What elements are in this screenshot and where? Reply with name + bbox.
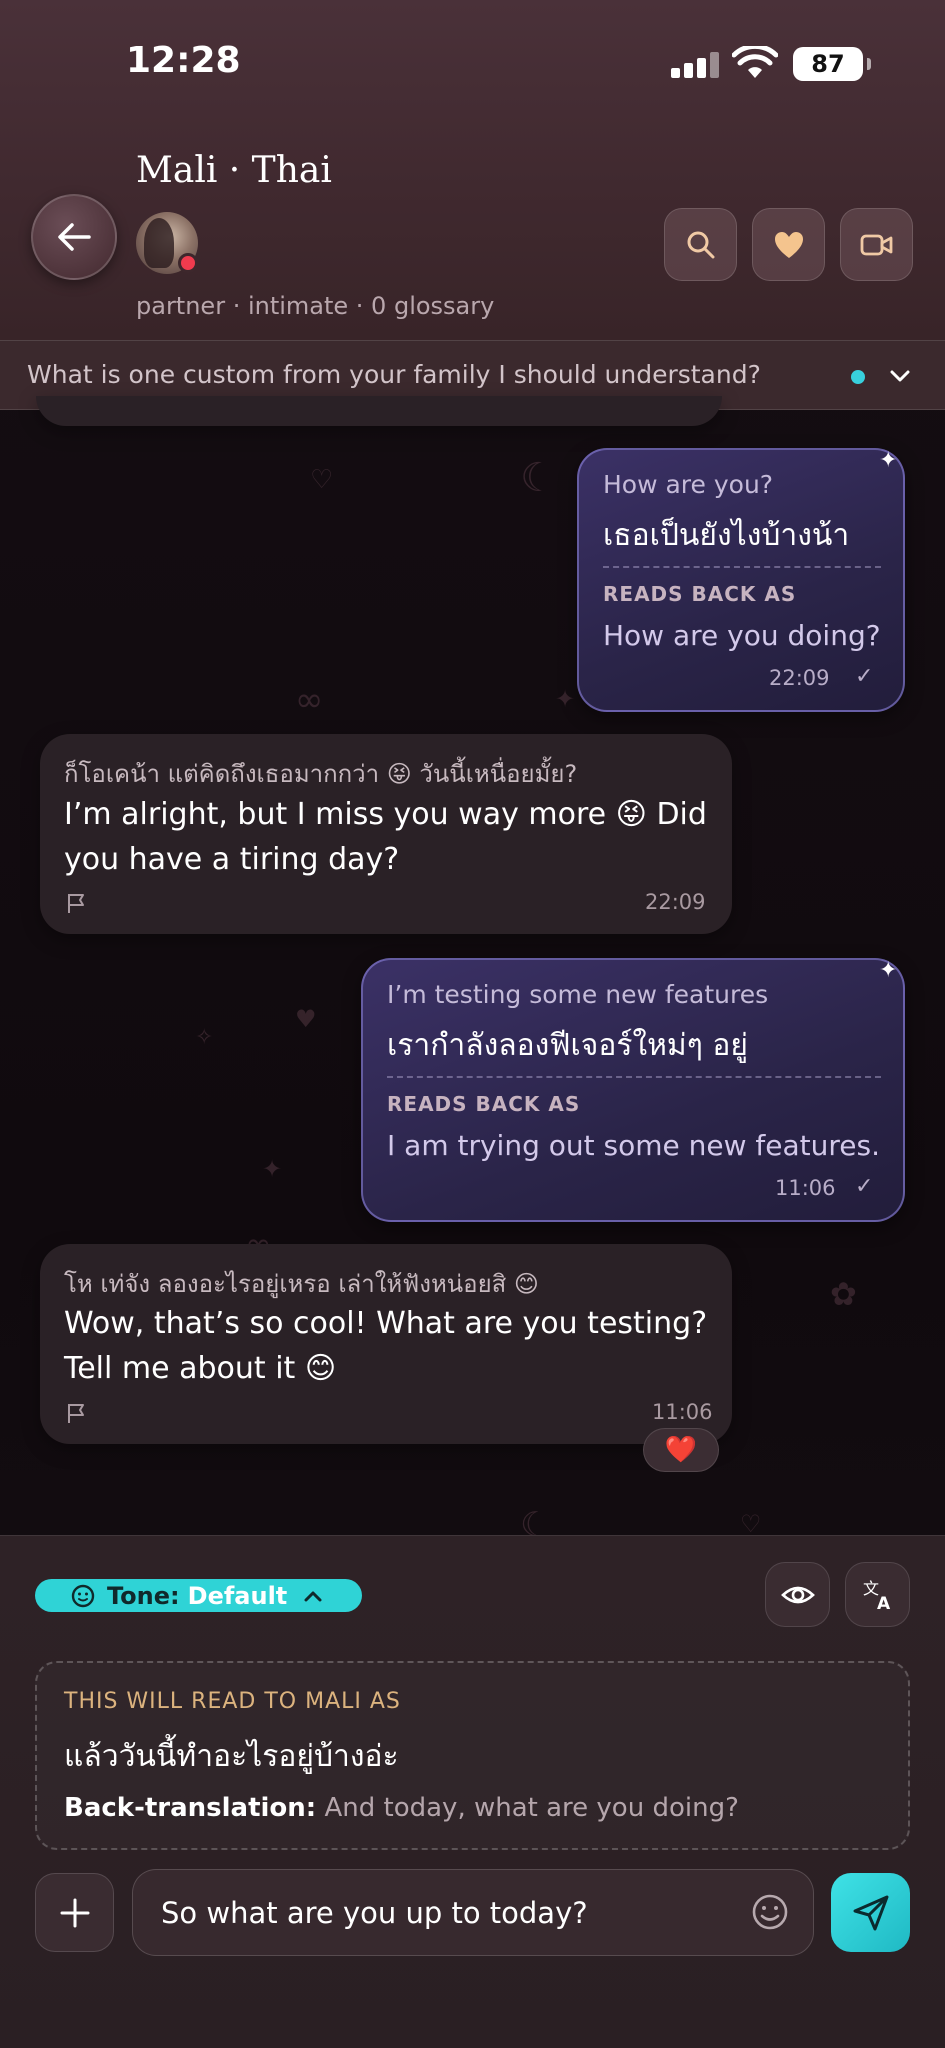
message-time: 22:09 bbox=[645, 890, 706, 914]
contact-name[interactable]: Mali · Thai bbox=[136, 150, 332, 191]
flag-icon[interactable] bbox=[66, 892, 88, 914]
chevron-down-icon[interactable] bbox=[886, 362, 914, 390]
back-translation-label: Back-translation: bbox=[64, 1793, 317, 1823]
back-arrow-icon bbox=[58, 223, 91, 251]
tone-selector[interactable]: Tone: Default bbox=[35, 1579, 362, 1612]
battery-indicator: 87 bbox=[793, 47, 871, 81]
flower-doodle-icon: ✿ bbox=[830, 1275, 857, 1313]
conversation-prompt: What is one custom from your family I sh… bbox=[27, 360, 761, 389]
sparkle-icon: ✦ bbox=[879, 448, 898, 473]
cellular-signal-icon bbox=[671, 52, 719, 78]
flag-icon[interactable] bbox=[66, 1402, 88, 1424]
star-doodle-icon: ✦ bbox=[555, 685, 576, 713]
chat-header: 12:28 87 Mali · Thai partner · intimate … bbox=[0, 0, 945, 340]
chevron-up-icon bbox=[304, 1591, 322, 1601]
translate-icon: 文 A bbox=[863, 1579, 891, 1612]
presence-dot bbox=[178, 253, 198, 273]
video-icon bbox=[860, 234, 892, 255]
message-time: 11:06 bbox=[775, 1176, 836, 1200]
preview-back-translation: Back-translation: And today, what are yo… bbox=[64, 1793, 739, 1823]
previous-message-edge bbox=[36, 396, 722, 426]
chat-screen: ☾ ♡ ∞ ✦ ✦ ♥ ✧ ✦ ♡ ✿ ∞ ☾ ♡ 12:28 87 Mali … bbox=[0, 0, 945, 2048]
preview-label: THIS WILL READ TO MALI AS bbox=[64, 1689, 401, 1714]
message-translation-line-1: Wow, that’s so cool! What are you testin… bbox=[64, 1306, 708, 1341]
message-input[interactable] bbox=[132, 1869, 814, 1956]
infinity-doodle-icon: ∞ bbox=[295, 680, 324, 720]
search-button[interactable] bbox=[664, 208, 737, 281]
plus-icon bbox=[60, 1898, 89, 1927]
heart-doodle-icon: ♥ bbox=[295, 1005, 317, 1033]
preview-translation: แล้ววันนี้ทำอะไรอยู่บ้างอ่ะ bbox=[64, 1739, 399, 1774]
heart-doodle-icon: ♡ bbox=[310, 465, 334, 495]
heart-doodle-icon: ♡ bbox=[740, 1510, 762, 1538]
send-button[interactable] bbox=[831, 1873, 910, 1952]
message-translation-line-1: I’m alright, but I miss you way more 😝 D… bbox=[64, 797, 707, 832]
tone-face-icon bbox=[71, 1584, 95, 1607]
sparkle-icon: ✦ bbox=[879, 958, 898, 983]
back-translation-text: I am trying out some new features. bbox=[387, 1129, 880, 1162]
message-translation-line-2: you have a tiring day? bbox=[64, 842, 400, 877]
star-doodle-icon: ✧ bbox=[195, 1025, 214, 1050]
relationship-meta: partner · intimate · 0 glossary bbox=[136, 292, 495, 320]
tone-value: Default bbox=[187, 1581, 288, 1610]
back-button[interactable] bbox=[31, 194, 117, 280]
message-original-text: I’m testing some new features bbox=[387, 980, 769, 1009]
message-translation-line-2: Tell me about it 😊 bbox=[64, 1351, 337, 1386]
reads-back-label: READS BACK AS bbox=[387, 1092, 581, 1116]
message-translation: เรากำลังลองฟีเจอร์ใหม่ๆ อยู่ bbox=[387, 1028, 748, 1063]
preview-toggle-button[interactable] bbox=[765, 1562, 830, 1627]
message-original-text: โห เท่จัง ลองอะไรอยู่เหรอ เล่าให้ฟังหน่อ… bbox=[64, 1270, 539, 1298]
emoji-icon[interactable] bbox=[750, 1892, 790, 1932]
attach-button[interactable] bbox=[35, 1873, 114, 1952]
star-doodle-icon: ✦ bbox=[262, 1155, 283, 1183]
divider bbox=[387, 1076, 881, 1078]
reads-back-label: READS BACK AS bbox=[603, 582, 797, 606]
reaction-badge[interactable]: ❤️ bbox=[643, 1428, 719, 1472]
translate-button[interactable]: 文 A bbox=[845, 1562, 910, 1627]
message-time: 22:09 bbox=[769, 666, 830, 690]
search-icon bbox=[687, 231, 714, 258]
message-original-text: ก็โอเคน้า แต่คิดถึงเธอมากกว่า 😝 วันนี้เห… bbox=[64, 760, 578, 788]
eye-icon bbox=[780, 1586, 815, 1603]
message-time: 11:06 bbox=[652, 1400, 713, 1424]
video-call-button[interactable] bbox=[840, 208, 913, 281]
message-translation: เธอเป็นยังไงบ้างน้า bbox=[603, 518, 850, 553]
send-icon bbox=[853, 1895, 888, 1930]
status-time: 12:28 bbox=[126, 40, 241, 81]
moon-doodle-icon: ☾ bbox=[520, 455, 556, 501]
back-translation-value: And today, what are you doing? bbox=[324, 1793, 739, 1823]
tone-label: Tone: bbox=[107, 1581, 180, 1610]
wifi-icon bbox=[732, 46, 778, 78]
heart-reaction-icon: ❤️ bbox=[664, 1435, 698, 1465]
favorite-button[interactable] bbox=[752, 208, 825, 281]
message-original-text: How are you? bbox=[603, 470, 774, 499]
svg-text:A: A bbox=[877, 1594, 891, 1612]
back-translation-text: How are you doing? bbox=[603, 619, 881, 652]
delivered-check-icon: ✓ bbox=[855, 1174, 874, 1199]
unread-dot bbox=[851, 370, 865, 384]
divider bbox=[603, 566, 881, 568]
heart-icon bbox=[774, 231, 803, 258]
delivered-check-icon: ✓ bbox=[855, 664, 874, 689]
